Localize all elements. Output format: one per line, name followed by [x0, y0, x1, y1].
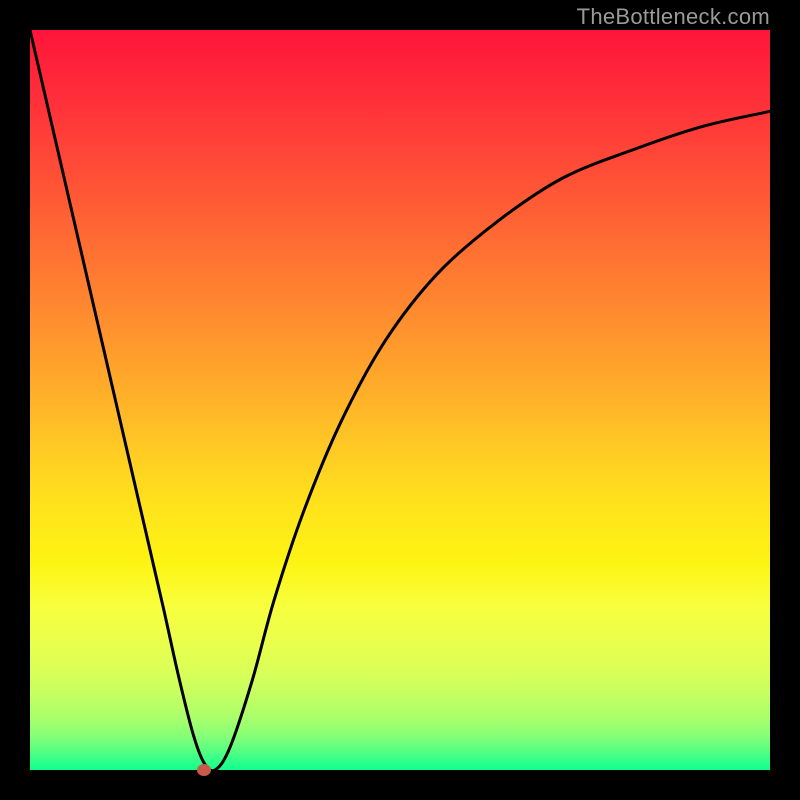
- watermark-text: TheBottleneck.com: [577, 4, 770, 30]
- bottleneck-curve: [30, 30, 770, 770]
- optimal-point-marker: [197, 764, 211, 776]
- curve-svg: [30, 30, 770, 770]
- chart-frame: TheBottleneck.com: [0, 0, 800, 800]
- plot-area: [30, 30, 770, 770]
